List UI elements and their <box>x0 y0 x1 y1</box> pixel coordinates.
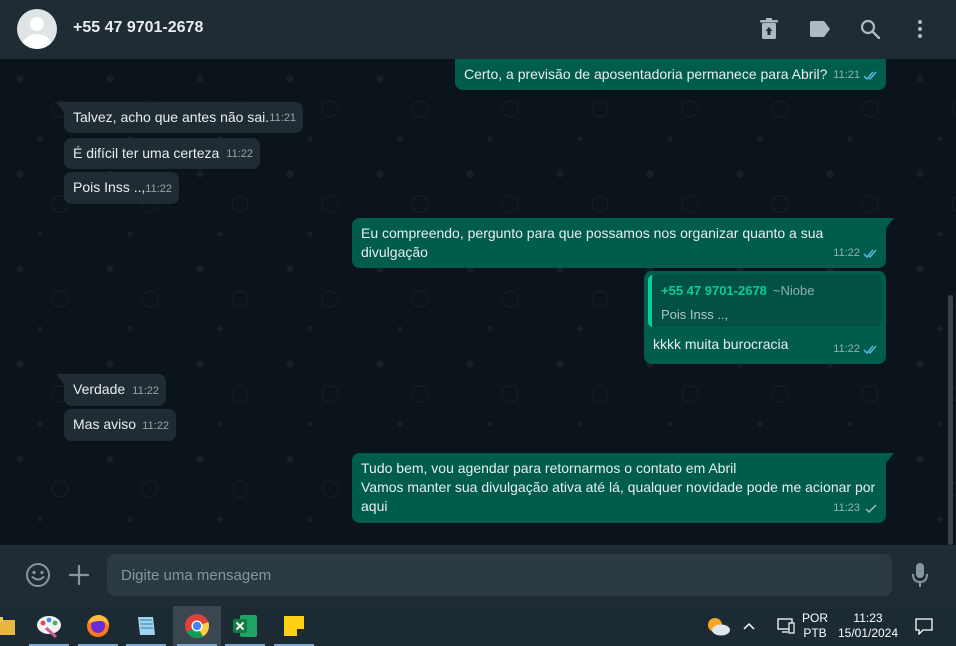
message-outgoing-reply[interactable]: +55 47 9701-2678 ~Niobe Pois Inss .., kkk… <box>644 271 886 364</box>
message-meta: 11:22 <box>833 340 879 359</box>
message-time: 11:23 <box>833 502 860 514</box>
system-clock[interactable]: 11:23 15/01/2024 <box>834 611 902 641</box>
language-code: POR <box>801 611 828 625</box>
contact-name[interactable]: +55 47 9701-2678 <box>73 19 203 37</box>
attach-plus-icon[interactable] <box>66 562 92 588</box>
taskbar-app-excel[interactable] <box>221 606 269 646</box>
message-list[interactable]: Certo, a previsão de aposentadoria perma… <box>0 59 956 545</box>
message-text: Verdade <box>73 381 126 397</box>
contact-avatar[interactable] <box>17 9 57 49</box>
tray-chevron-up-icon[interactable] <box>737 606 761 646</box>
taskbar-app-paint[interactable] <box>25 606 73 646</box>
message-time: 11:22 <box>833 343 860 355</box>
message-time: 11:22 <box>142 420 169 432</box>
quote-author: +55 47 9701-2678 <box>661 283 767 298</box>
message-meta: 11:23 <box>833 499 879 518</box>
taskbar-app-notes[interactable] <box>122 606 170 646</box>
message-time: 11:21 <box>833 69 860 81</box>
message-time: 11:21 <box>269 112 296 124</box>
message-time: 11:22 <box>132 385 159 397</box>
message-input-wrapper <box>107 554 892 596</box>
message-meta: 11:22 <box>833 244 879 263</box>
message-text: Talvez, acho que antes não sai. <box>73 109 270 125</box>
microphone-icon[interactable] <box>907 562 933 588</box>
message-incoming[interactable]: Pois Inss .., 11:22 <box>64 172 179 204</box>
message-time: 11:22 <box>145 183 172 195</box>
chat-scrollbar[interactable] <box>948 295 953 545</box>
taskbar-app-sticky-notes[interactable] <box>270 606 318 646</box>
message-time: 11:22 <box>226 148 253 160</box>
read-ticks-icon <box>863 345 877 355</box>
message-outgoing[interactable]: Eu compreendo, pergunto para que possamo… <box>352 218 894 268</box>
message-text-line: aqui <box>361 498 388 514</box>
message-text: É difícil ter uma certeza <box>73 145 220 161</box>
emoji-icon[interactable] <box>25 562 51 588</box>
message-time: 11:22 <box>833 247 860 259</box>
clock-time: 11:23 <box>853 611 883 625</box>
quoted-message[interactable]: +55 47 9701-2678 ~Niobe Pois Inss .., <box>648 275 882 327</box>
message-incoming[interactable]: Mas aviso 11:22 <box>64 409 176 441</box>
quote-header: +55 47 9701-2678 ~Niobe <box>661 281 873 300</box>
clock-date: 15/01/2024 <box>837 626 899 640</box>
bubble-tail <box>56 102 64 112</box>
message-incoming[interactable]: Talvez, acho que antes não sai. 11:21 <box>56 102 303 133</box>
message-outgoing[interactable]: Certo, a previsão de aposentadoria perma… <box>455 59 886 90</box>
delivered-tick-icon <box>865 504 877 513</box>
taskbar-app-firefox[interactable] <box>74 606 122 646</box>
taskbar-app-chrome[interactable] <box>173 606 221 646</box>
message-text-line: Eu compreendo, pergunto para que possamo… <box>361 225 824 241</box>
network-icon[interactable] <box>772 606 800 646</box>
message-text: Certo, a previsão de aposentadoria perma… <box>464 66 828 82</box>
input-language[interactable]: POR PTB <box>799 611 831 641</box>
message-text-line: Vamos manter sua divulgação ativa até lá… <box>361 479 876 495</box>
message-text: Pois Inss .., <box>73 179 146 195</box>
quote-text: Pois Inss .., <box>661 307 729 322</box>
menu-kebab-icon[interactable] <box>908 17 932 41</box>
read-ticks-icon <box>863 71 877 81</box>
message-incoming[interactable]: Verdade 11:22 <box>56 374 166 406</box>
quote-pushname: ~Niobe <box>772 283 815 298</box>
bubble-tail <box>56 374 64 384</box>
taskbar-app-files[interactable] <box>0 606 28 646</box>
message-text: Mas aviso <box>73 416 137 432</box>
weather-icon[interactable] <box>694 606 742 646</box>
avatar-head-shape <box>30 17 44 31</box>
message-input[interactable] <box>107 554 892 596</box>
message-text-line: Tudo bem, vou agendar para retornarmos o… <box>361 460 737 476</box>
message-text: kkkk muita burocracia <box>653 336 789 352</box>
bubble-tail <box>886 453 894 463</box>
message-outgoing[interactable]: Tudo bem, vou agendar para retornarmos o… <box>352 453 894 523</box>
avatar-body-shape <box>23 34 51 49</box>
search-icon[interactable] <box>858 17 882 41</box>
message-incoming[interactable]: É difícil ter uma certeza 11:22 <box>64 138 260 169</box>
message-text-line: divulgação <box>361 244 428 260</box>
read-ticks-icon <box>863 249 877 259</box>
chat-header: +55 47 9701-2678 <box>0 0 956 59</box>
bubble-tail <box>886 218 894 228</box>
keyboard-layout: PTB <box>803 626 827 640</box>
os-taskbar: POR PTB 11:23 15/01/2024 <box>0 606 956 646</box>
message-meta: 11:21 <box>833 66 879 85</box>
message-composer <box>0 545 956 606</box>
label-icon[interactable] <box>808 17 832 41</box>
trash-icon[interactable] <box>757 17 781 41</box>
notifications-icon[interactable] <box>908 606 940 646</box>
